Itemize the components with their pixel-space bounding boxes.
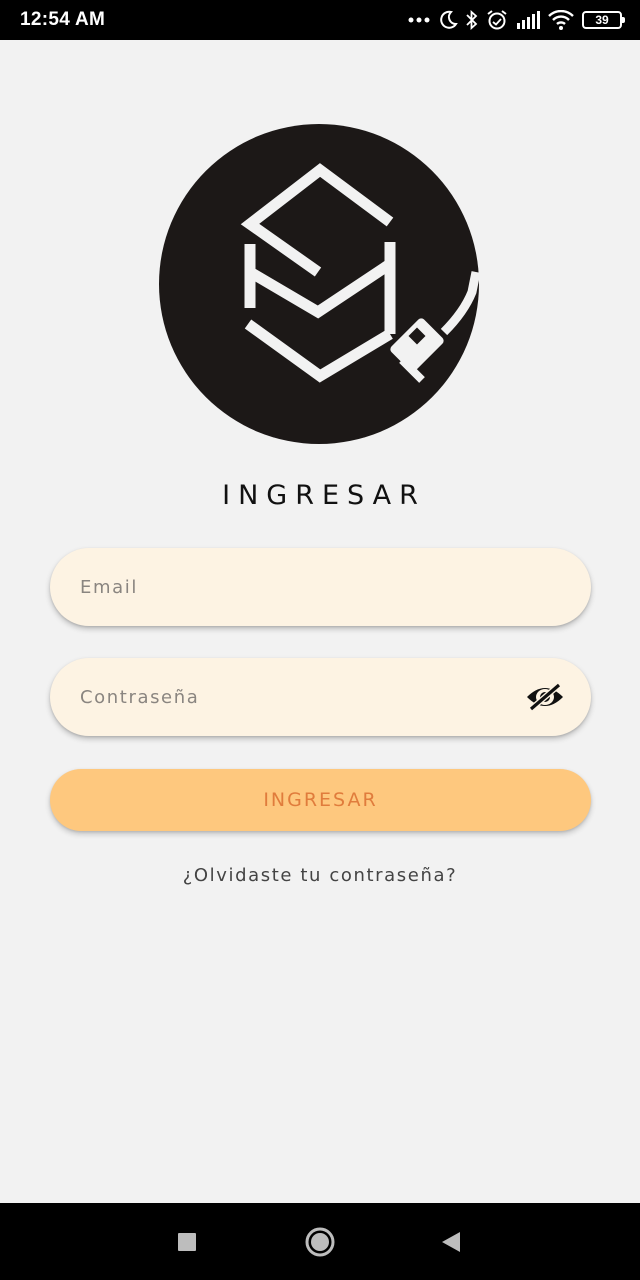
forgot-password-link[interactable]: ¿Olvidaste tu contraseña? (0, 865, 640, 886)
page-title: INGRESAR (222, 480, 426, 511)
password-field[interactable] (50, 658, 591, 736)
back-icon[interactable] (434, 1225, 468, 1259)
login-button[interactable]: INGRESAR (50, 769, 591, 831)
recent-apps-icon[interactable] (170, 1225, 204, 1259)
navigation-bar (0, 1203, 640, 1280)
more-dots-icon (408, 16, 430, 24)
eye-off-icon[interactable] (525, 683, 565, 711)
battery-icon: 39 (582, 11, 625, 29)
wifi-icon (548, 10, 574, 30)
password-input[interactable] (80, 686, 525, 708)
status-bar: 12:54 AM 39 (0, 0, 640, 40)
email-field[interactable] (50, 548, 591, 626)
email-input[interactable] (80, 576, 561, 598)
bluetooth-icon (466, 10, 478, 30)
brand-logo (158, 122, 482, 446)
status-icons: 39 (408, 9, 625, 31)
moon-icon (438, 10, 458, 30)
battery-level: 39 (595, 13, 609, 27)
home-icon[interactable] (303, 1225, 337, 1259)
status-time: 12:54 AM (20, 9, 106, 30)
alarm-icon (486, 9, 508, 31)
signal-icon (516, 11, 540, 29)
